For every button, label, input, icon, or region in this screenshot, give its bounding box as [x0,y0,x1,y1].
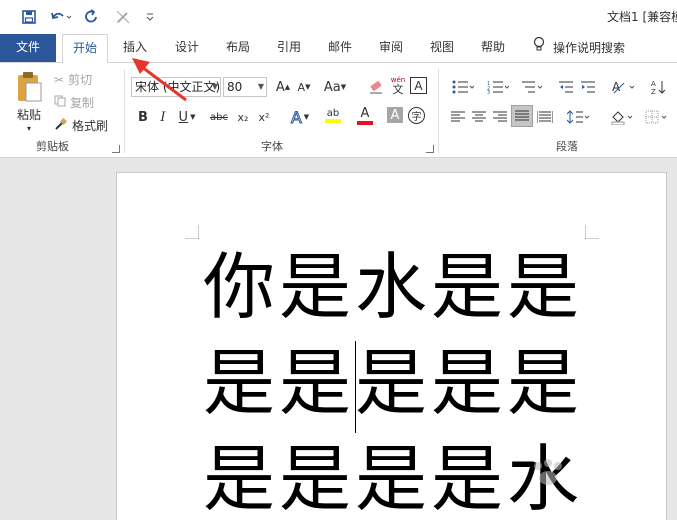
increase-indent-icon[interactable] [578,77,598,97]
ribbon-tabs: 文件 开始 插入 设计 布局 引用 邮件 审阅 视图 帮助 操作说明搜索 [0,34,677,63]
font-size-value: 80 [227,80,243,94]
svg-text:3: 3 [487,90,490,94]
strikethrough-icon[interactable]: abc [207,107,231,127]
copy-label: 复制 [70,96,95,110]
margin-corner-top-right [585,225,599,239]
undo-icon[interactable] [48,6,74,28]
tab-insert[interactable]: 插入 [115,34,155,62]
font-name-value: 宋体 (中文正文) [135,80,221,94]
document-page[interactable]: 你是水是是 是是是是是 是是是是水 [116,172,667,520]
scissors-icon: ✂ [54,72,65,87]
clear-formatting-icon[interactable] [366,77,386,97]
format-painter-icon[interactable] [112,6,134,28]
clipboard-group-label: 剪贴板 [36,140,69,153]
highlight-color-bar [325,118,341,123]
format-painter-button[interactable]: 格式刷 [54,117,108,134]
phonetic-guide-icon[interactable]: wén 文 [388,75,408,95]
tell-me-label: 操作说明搜索 [553,40,626,55]
font-name-dropdown-icon[interactable]: ▼ [212,78,218,96]
format-painter-label: 格式刷 [72,119,109,133]
copy-icon [54,95,66,110]
italic-icon[interactable]: I [153,107,173,127]
font-color-icon[interactable]: A [350,105,380,125]
tab-mailings[interactable]: 邮件 [320,34,360,62]
document-line-1: 你是水是是 [203,245,584,329]
font-launcher-icon[interactable] [426,145,434,153]
align-center-icon[interactable] [469,107,489,127]
title-bar: 文档1 [兼容模式] [0,0,677,34]
redo-icon[interactable] [82,6,102,28]
tab-references[interactable]: 引用 [269,34,309,62]
distributed-icon[interactable] [535,107,555,127]
lightbulb-icon [533,35,545,62]
font-name-combo[interactable]: 宋体 (中文正文) ▼ [131,77,221,97]
text-cursor [355,341,356,433]
tab-design[interactable]: 设计 [167,34,207,62]
tab-help[interactable]: 帮助 [473,34,513,62]
highlight-icon[interactable]: ab [318,105,348,125]
margin-corner-top-left [185,225,199,239]
sort-icon[interactable]: AZ [648,77,668,97]
ribbon: 粘贴 ▾ ✂ 剪切 复制 格式刷 剪贴板 宋体 (中文正文) ▼ 80 ▼ A ▲… [0,62,677,158]
font-size-dropdown-icon[interactable]: ▼ [258,78,264,96]
tell-me-search[interactable]: 操作说明搜索 [533,34,625,62]
svg-text:Z: Z [651,88,656,95]
align-left-icon[interactable] [448,107,468,127]
superscript-icon[interactable]: x² [254,107,274,127]
font-group-label: 字体 [261,140,283,153]
clipboard-icon [14,71,44,106]
chinese-layout-icon[interactable]: A [610,77,638,97]
save-icon[interactable] [18,6,40,28]
text-effects-icon[interactable]: A ▼ [286,107,314,127]
paste-button[interactable]: 粘贴 ▾ [12,71,46,133]
tab-review[interactable]: 审阅 [371,34,411,62]
change-case-icon[interactable]: Aa ▼ [322,77,348,97]
font-color-bar [357,120,373,125]
align-right-icon[interactable] [490,107,510,127]
character-border-icon[interactable]: A [410,77,427,94]
group-separator [124,69,125,153]
tab-file[interactable]: 文件 [0,34,56,62]
baidu-watermark [528,458,568,488]
svg-text:A: A [651,80,656,88]
character-shading-icon[interactable]: A [387,107,403,123]
group-separator [438,69,439,153]
brush-icon [54,117,68,134]
underline-icon[interactable]: U ▼ [174,107,200,127]
multilevel-list-icon[interactable] [517,77,547,97]
decrease-indent-icon[interactable] [556,77,576,97]
tab-layout[interactable]: 布局 [218,34,258,62]
numbering-icon[interactable]: 123 [483,77,513,97]
shrink-font-icon[interactable]: A ▼ [294,77,314,97]
customize-icon[interactable] [144,6,156,28]
cut-label: 剪切 [68,73,93,87]
cut-button[interactable]: ✂ 剪切 [54,71,92,88]
document-title: 文档1 [兼容模式] [607,10,677,24]
document-line-2: 是是是是是 [203,341,584,425]
subscript-icon[interactable]: x₂ [233,107,253,127]
tab-view[interactable]: 视图 [422,34,462,62]
tab-home[interactable]: 开始 [62,34,108,63]
paste-label: 粘贴 [16,108,41,122]
shading-icon[interactable] [608,107,636,127]
paw-logo-icon [534,459,562,485]
borders-icon[interactable] [643,107,671,127]
clipboard-launcher-icon[interactable] [112,145,120,153]
enclose-characters-icon[interactable]: 字 [408,107,425,124]
copy-button[interactable]: 复制 [54,94,94,111]
paragraph-group-label: 段落 [556,140,578,153]
justify-icon[interactable] [511,105,533,127]
paste-dropdown-icon[interactable]: ▾ [27,124,31,133]
bullets-icon[interactable] [448,77,478,97]
document-line-3: 是是是是水 [203,437,584,520]
grow-font-icon[interactable]: A ▲ [273,77,293,97]
bold-icon[interactable]: B [133,107,153,127]
document-area: 你是水是是 是是是是是 是是是是水 [0,159,677,520]
font-size-combo[interactable]: 80 ▼ [223,77,267,97]
line-spacing-icon[interactable] [565,107,593,127]
